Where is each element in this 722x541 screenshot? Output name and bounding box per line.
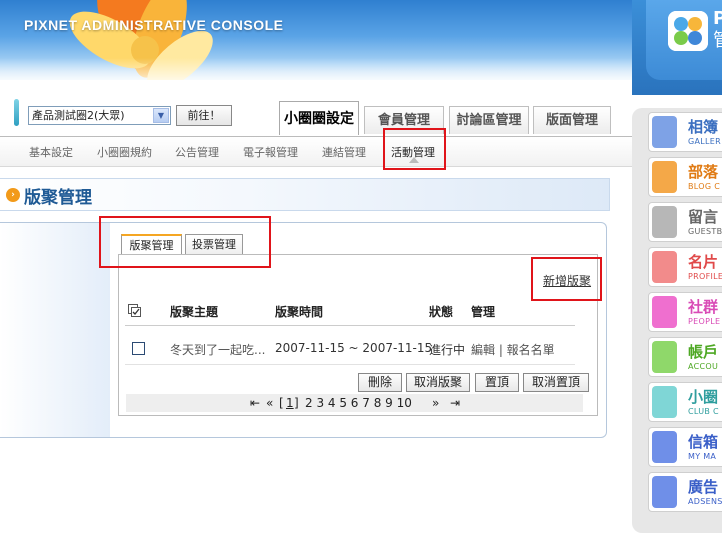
sidebar-item-sublabel: BLOG C <box>688 182 721 191</box>
row-divider <box>125 364 575 365</box>
active-caret-icon <box>409 157 419 163</box>
profile-icon <box>652 251 677 283</box>
tab-member-management[interactable]: 會員管理 <box>364 106 444 134</box>
section-header: › 版聚管理 <box>0 178 610 211</box>
sidebar-item-sublabel: PEOPLE <box>688 317 721 326</box>
sidebar-item-label: 部落 <box>688 163 719 181</box>
sidebar-item-profile[interactable]: 名片 PROFILE <box>648 247 722 287</box>
pager-close-bracket: ] <box>294 396 299 410</box>
guestbook-icon <box>652 206 677 238</box>
next-page-icon[interactable]: » <box>432 396 439 410</box>
sidebar-item-label: 信箱 <box>688 433 719 451</box>
tab-club-settings[interactable]: 小圈圈設定 <box>279 101 359 135</box>
subnav-newsletter[interactable]: 電子報管理 <box>243 144 298 160</box>
sidebar-item-label: 帳戶 <box>688 343 719 361</box>
pager-page-links[interactable]: 2 3 4 5 6 7 8 9 10 <box>305 396 412 410</box>
banner-swoosh <box>0 58 632 80</box>
subnav-links[interactable]: 連結管理 <box>322 144 366 160</box>
prev-page-icon[interactable]: « <box>266 396 273 410</box>
sidebar-item-sublabel: ADSENS <box>688 497 722 506</box>
sidebar-item-sublabel: PROFILE <box>688 272 722 281</box>
mailbox-icon <box>652 431 677 463</box>
sidebar-item-label: 名片 <box>688 253 719 271</box>
row-status: 進行中 <box>429 343 466 357</box>
sidebar-item-sublabel: GALLER <box>688 137 721 146</box>
tab-meetup-management[interactable]: 版聚管理 <box>121 234 182 255</box>
toolbar-accent-bar <box>14 99 19 126</box>
sidebar-item-label: 相簿 <box>688 118 719 136</box>
row-manage-links[interactable]: 編輯 | 報名名單 <box>471 341 555 358</box>
sidebar-item-blog[interactable]: 部落 BLOG C <box>648 157 722 197</box>
sidebar-item-sublabel: GUESTB <box>688 227 722 236</box>
console-banner: PIXNET ADMINISTRATIVE CONSOLE <box>0 0 632 80</box>
sidebar-item-label: 小圈 <box>688 388 719 406</box>
gallery-icon <box>652 116 677 148</box>
sidebar-item-label: 社群 <box>688 298 719 316</box>
tab-vote-management[interactable]: 投票管理 <box>185 234 243 255</box>
sidebar-item-sublabel: CLUB C <box>688 407 719 416</box>
people-icon <box>652 296 677 328</box>
pin-top-button[interactable]: 置頂 <box>475 373 519 392</box>
sidebar-item-club[interactable]: 小圈 CLUB C <box>648 382 722 422</box>
sidebar-item-mailbox[interactable]: 信箱 MY MA <box>648 427 722 467</box>
panel-left-gradient <box>0 223 110 437</box>
console-title: PIXNET ADMINISTRATIVE CONSOLE <box>24 17 284 33</box>
adsense-icon <box>652 476 677 508</box>
delete-button[interactable]: 刪除 <box>358 373 402 392</box>
arrow-circle-icon: › <box>6 188 20 202</box>
pager-open-bracket: [ <box>279 396 284 410</box>
row-time: 2007-11-15 ~ 2007-11-15 <box>275 341 433 355</box>
unpin-top-button[interactable]: 取消置頂 <box>523 373 589 392</box>
sidebar-item-sublabel: ACCOU <box>688 362 719 371</box>
tab-layout-management[interactable]: 版面管理 <box>533 106 611 134</box>
subnav-announcements[interactable]: 公告管理 <box>175 144 219 160</box>
sidebar-item-guestbook[interactable]: 留言 GUESTB <box>648 202 722 242</box>
club-icon <box>652 386 677 418</box>
pixnet-logo-icon <box>668 11 708 51</box>
group-select-value: 產品測試圈2(大眾) <box>32 109 125 122</box>
sidebar-item-gallery[interactable]: 相簿 GALLER <box>648 112 722 152</box>
group-select[interactable]: 產品測試圈2(大眾) ▼ <box>28 106 171 125</box>
first-page-icon[interactable]: ⇤ <box>250 396 260 410</box>
sidebar-logo-subtext: 管 <box>713 26 722 52</box>
subnav-basic-settings[interactable]: 基本設定 <box>29 144 73 160</box>
sidebar-item-label: 留言 <box>688 208 719 226</box>
sidebar-item-label: 廣告 <box>688 478 719 496</box>
sidebar-item-account[interactable]: 帳戶 ACCOU <box>648 337 722 377</box>
header-divider <box>125 325 575 326</box>
sidebar-item-people[interactable]: 社群 PEOPLE <box>648 292 722 332</box>
tab-forum-management[interactable]: 討論區管理 <box>449 106 529 134</box>
check-all-icon[interactable] <box>128 304 142 318</box>
go-button[interactable]: 前往！ <box>176 105 232 126</box>
sidebar-item-adsense[interactable]: 廣告 ADSENS <box>648 472 722 512</box>
chevron-down-icon[interactable]: ▼ <box>153 108 169 123</box>
page-title: 版聚管理 <box>24 188 92 208</box>
pager-current-page: 1 <box>286 396 294 410</box>
last-page-icon[interactable]: ⇥ <box>450 396 460 410</box>
blog-icon <box>652 161 677 193</box>
subnav: 基本設定 小圈圈規約 公告管理 電子報管理 連結管理 活動管理 <box>0 137 632 167</box>
column-header-time: 版聚時間 <box>275 305 324 319</box>
row-checkbox[interactable] <box>132 342 145 355</box>
row-title[interactable]: 冬天到了一起吃... <box>170 341 265 358</box>
account-icon <box>652 341 677 373</box>
column-header-status: 狀態 <box>429 305 454 319</box>
column-header-title: 版聚主題 <box>170 305 219 319</box>
subnav-club-rules[interactable]: 小圈圈規約 <box>97 144 152 160</box>
column-header-manage: 管理 <box>471 305 496 319</box>
cancel-meetup-button[interactable]: 取消版聚 <box>406 373 470 392</box>
toolbar: 產品測試圈2(大眾) ▼ 前往！ 小圈圈設定 會員管理 討論區管理 版面管理 <box>0 96 632 136</box>
sidebar-item-sublabel: MY MA <box>688 452 717 461</box>
add-meetup-link[interactable]: 新增版聚 <box>543 272 591 289</box>
